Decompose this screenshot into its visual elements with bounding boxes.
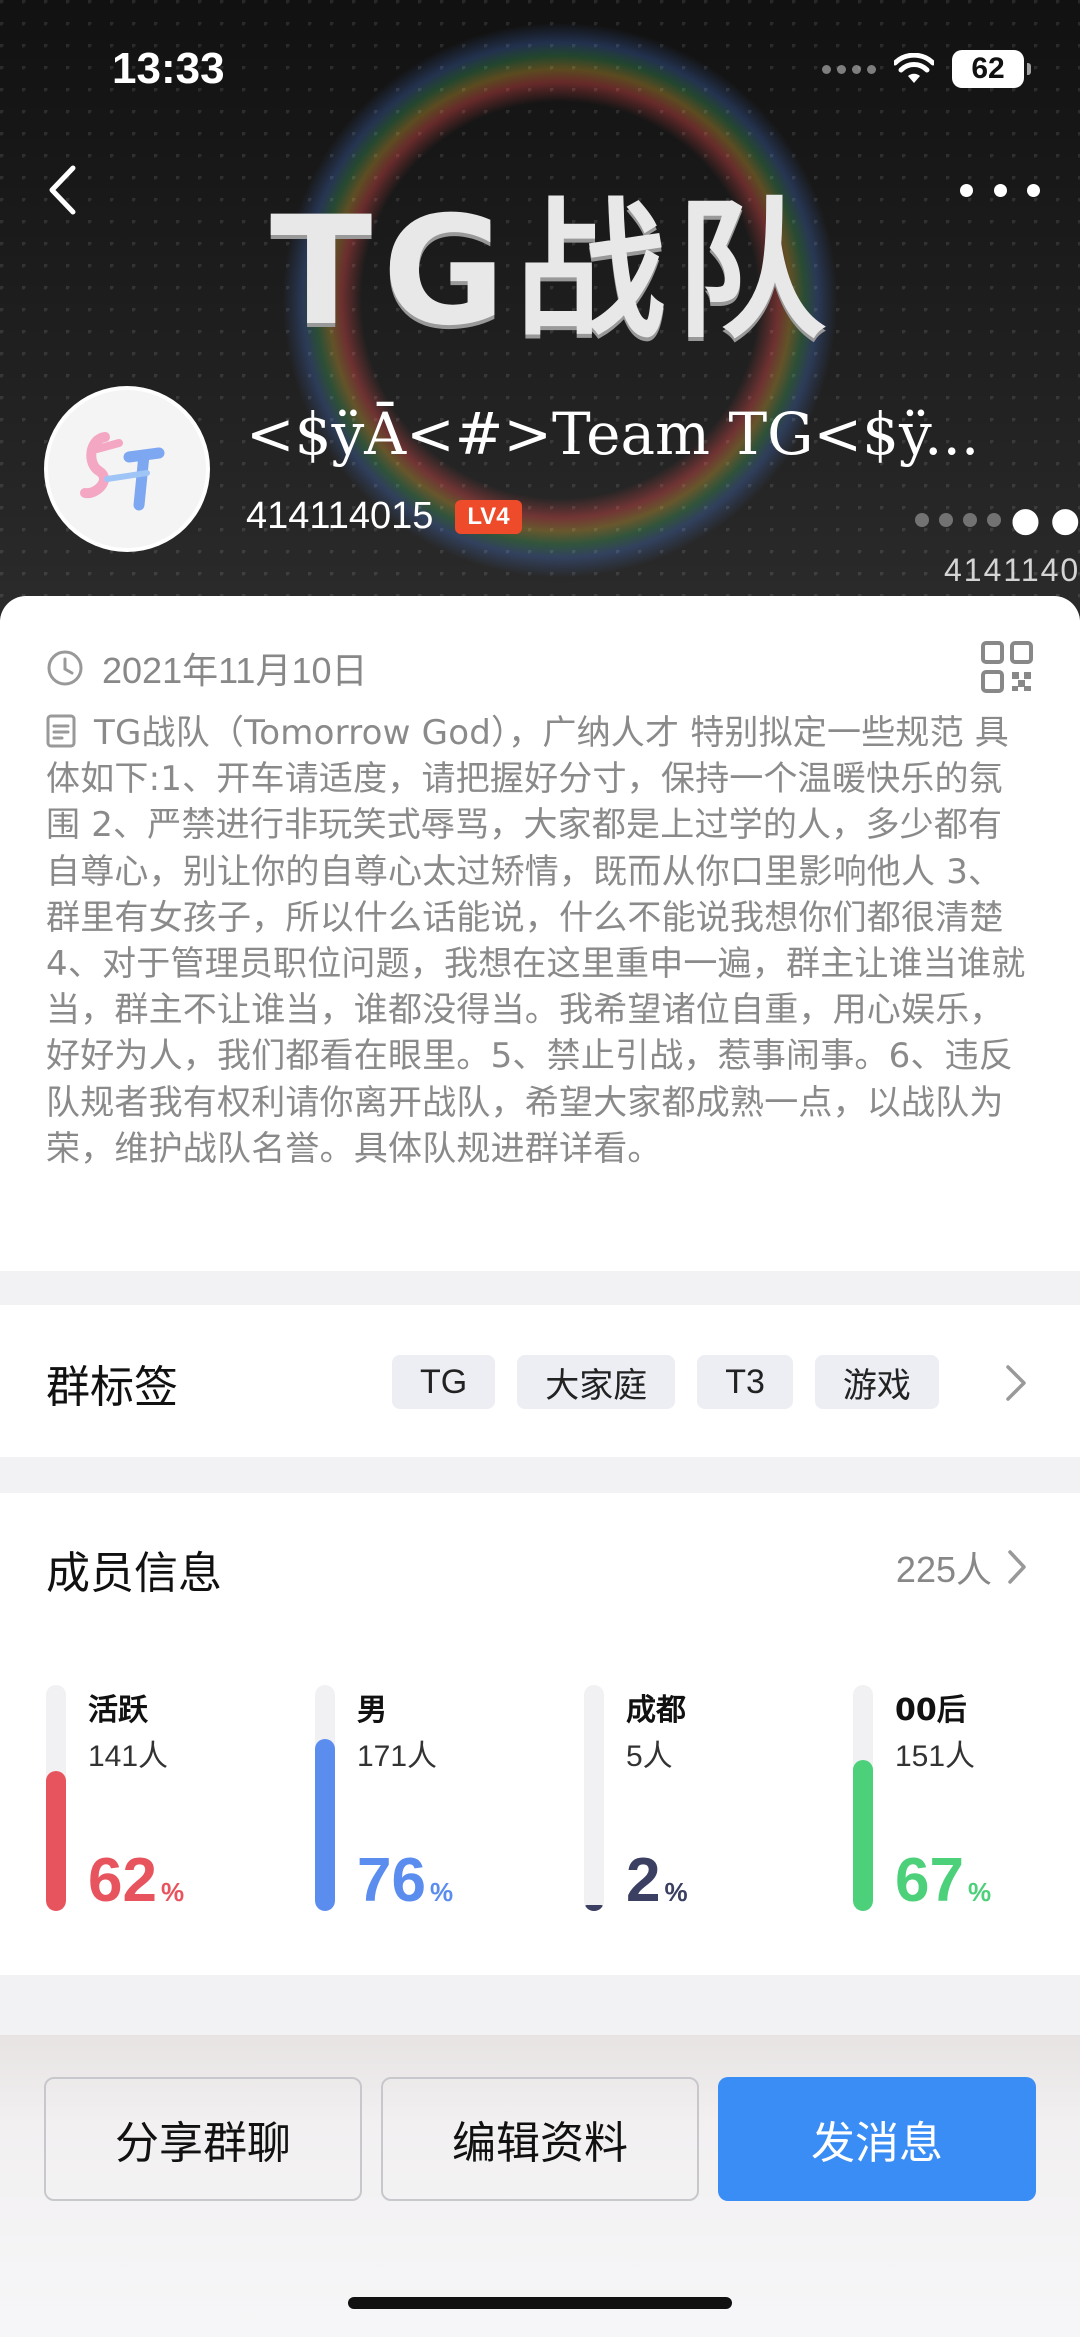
banner-deco-id: 41411401: [944, 552, 1080, 588]
stat-label: 活跃: [88, 1693, 148, 1728]
stat-active: 活跃 141人 62%: [46, 1685, 266, 1915]
group-info-card: 2021年11月10日 TG战队（Tomorrow God），广纳人才 特别拟定…: [0, 596, 1080, 1271]
clock-icon: [47, 650, 83, 686]
stat-percent: 67%: [895, 1845, 991, 1916]
status-indicators: 62: [822, 50, 1031, 88]
chevron-right-icon: [1008, 1550, 1026, 1584]
banner-decoration: ● ●: [914, 500, 1080, 540]
edit-profile-button[interactable]: 编辑资料: [381, 2077, 699, 2201]
stat-count: 5人: [626, 1740, 673, 1773]
stat-count: 141人: [88, 1740, 169, 1773]
group-name: <$ÿĀ<#>Team TG<$ÿ...: [246, 400, 980, 468]
send-message-button[interactable]: 发消息: [718, 2077, 1036, 2201]
group-id-row: 414114015 LV4: [246, 495, 522, 538]
stat-percent-value: 2: [626, 1846, 661, 1915]
created-date-row: 2021年11月10日: [46, 642, 368, 694]
home-indicator: [348, 2297, 732, 2309]
group-id: 414114015: [246, 495, 434, 537]
more-dot-icon: [993, 183, 1007, 197]
banner-logo-text: TG战队: [270, 185, 836, 359]
group-description: TG战队（Tomorrow God），广纳人才 特别拟定一些规范 具体如下:1、…: [46, 710, 1036, 1172]
stat-percent-unit: %: [664, 1877, 688, 1907]
cellular-signal-icon: [822, 64, 876, 74]
penguin-icon: ●: [1050, 500, 1080, 540]
stat-percent: 2%: [626, 1845, 688, 1916]
stat-label: 00后: [895, 1693, 967, 1728]
group-header-banner: 13:33 62 TG战队 <$ÿĀ<#>Team TG<$ÿ... 41411…: [0, 0, 1080, 620]
back-button[interactable]: [40, 160, 84, 220]
stat-bar-fill: [584, 1905, 604, 1911]
group-tag: 大家庭: [517, 1355, 676, 1409]
group-avatar-logo-icon: [80, 432, 165, 511]
stat-bar-track: [584, 1685, 604, 1911]
level-badge: LV4: [455, 499, 522, 534]
members-title: 成员信息: [46, 1548, 222, 1599]
deco-dot: [914, 513, 929, 527]
stat-bar-fill: [315, 1739, 335, 1911]
stat-city: 成都 5人 2%: [584, 1685, 804, 1915]
more-options-button[interactable]: [960, 168, 1040, 212]
stat-percent-value: 67: [895, 1846, 964, 1915]
stat-bar-track: [46, 1685, 66, 1911]
created-date: 2021年11月10日: [102, 650, 368, 691]
battery-icon: 62: [952, 50, 1031, 88]
more-dot-icon: [1027, 183, 1040, 197]
stat-count: 151人: [895, 1740, 976, 1773]
stat-label: 男: [357, 1693, 387, 1728]
deco-dot: [938, 513, 953, 527]
stat-bar-track: [853, 1685, 873, 1911]
group-tags-card[interactable]: 群标签 TG 大家庭 T3 游戏: [0, 1305, 1080, 1457]
qr-code-icon[interactable]: [980, 640, 1034, 694]
stat-label: 成都: [626, 1693, 686, 1728]
member-info-card: 成员信息 225人 活跃 141人 62% 男 171人 76% 成都 5人 2…: [0, 1493, 1080, 1975]
stat-percent-unit: %: [160, 1877, 185, 1907]
deco-dot: [962, 513, 977, 527]
group-description-text: TG战队（Tomorrow God），广纳人才 特别拟定一些规范 具体如下:1、…: [46, 713, 1026, 1169]
stat-percent: 62%: [88, 1845, 184, 1916]
tag-list: TG 大家庭 T3 游戏: [392, 1355, 939, 1409]
chevron-right-icon: [1006, 1365, 1026, 1401]
stat-bar-track: [315, 1685, 335, 1911]
deco-dot: [986, 513, 1001, 527]
stat-percent-unit: %: [429, 1877, 454, 1907]
stat-male: 男 171人 76%: [315, 1685, 535, 1915]
bottom-action-bar: 分享群聊 编辑资料 发消息: [0, 2035, 1080, 2337]
chevron-left-icon: [49, 165, 76, 215]
share-group-button[interactable]: 分享群聊: [44, 2077, 362, 2201]
wifi-icon: [894, 53, 934, 83]
penguin-icon: ●: [1010, 500, 1041, 540]
group-tag: T3: [697, 1355, 793, 1409]
members-count: 225人: [895, 1549, 992, 1590]
tags-title: 群标签: [46, 1362, 178, 1413]
stat-bar-fill: [46, 1771, 66, 1911]
group-tag: TG: [392, 1355, 496, 1409]
group-avatar[interactable]: [44, 386, 210, 552]
stat-percent-value: 62: [88, 1846, 157, 1915]
more-dot-icon: [960, 183, 973, 197]
document-icon: [46, 714, 76, 748]
stat-percent-value: 76: [357, 1846, 426, 1915]
stat-age: 00后 151人 67%: [853, 1685, 1073, 1915]
group-tag: 游戏: [814, 1355, 939, 1409]
stat-bar-fill: [853, 1760, 873, 1911]
stat-percent-unit: %: [967, 1877, 992, 1907]
stat-percent: 76%: [357, 1845, 453, 1916]
stat-count: 171人: [357, 1740, 438, 1773]
status-time: 13:33: [112, 44, 225, 93]
members-count-link[interactable]: 225人: [896, 1541, 1028, 1593]
